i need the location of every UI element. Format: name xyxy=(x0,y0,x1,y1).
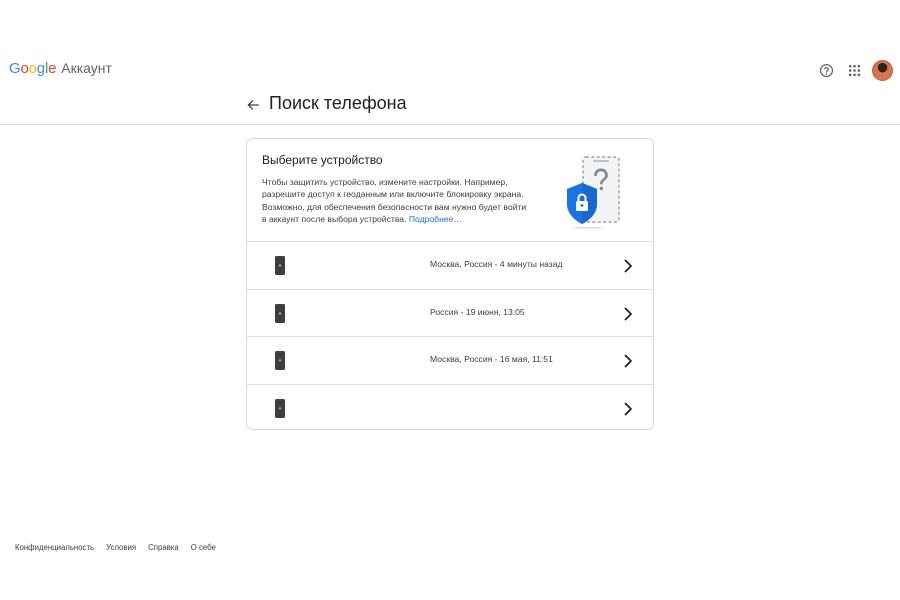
page-header: Поиск телефона xyxy=(0,88,900,125)
card-description-text: Чтобы защитить устройство, измените наст… xyxy=(262,177,527,225)
logo-letter-2: o xyxy=(20,60,29,77)
iphone-icon xyxy=(275,256,285,275)
google-wordmark: Google xyxy=(9,60,56,77)
product-name: Аккаунт xyxy=(61,60,112,76)
card-title: Выберите устройство xyxy=(262,153,383,167)
logo-letter-1: G xyxy=(9,60,21,77)
chevron-right-icon xyxy=(624,402,632,415)
iphone-icon xyxy=(275,351,285,370)
chevron-right-icon xyxy=(624,354,632,368)
top-actions xyxy=(810,58,893,82)
iphone-icon xyxy=(275,398,285,418)
device-row-3[interactable]: Москва, Россия - 16 мая, 11:51 xyxy=(247,337,653,385)
iphone-icon xyxy=(275,303,285,323)
logo-letter-4: g xyxy=(36,60,45,77)
avatar[interactable] xyxy=(872,59,893,81)
apps-grid-icon[interactable] xyxy=(842,58,866,82)
chevron-right-icon xyxy=(624,259,632,273)
card-description: Чтобы защитить устройство, измените наст… xyxy=(262,176,530,226)
footer-terms-link[interactable]: Условия xyxy=(106,543,136,552)
page: Google Аккаунт Поиск телефона Выберите у… xyxy=(0,0,900,600)
shield-lock-phone-illustration xyxy=(563,155,623,231)
footer-help-link[interactable]: Справка xyxy=(148,543,179,552)
page-title: Поиск телефона xyxy=(269,93,407,113)
google-account-logo[interactable]: Google Аккаунт xyxy=(9,60,112,77)
chevron-right-icon xyxy=(624,307,632,320)
top-bar: Google Аккаунт xyxy=(0,50,900,88)
footer-about-link[interactable]: О себе xyxy=(191,543,216,552)
arrow-back-icon[interactable] xyxy=(243,95,263,115)
device-row-4[interactable] xyxy=(247,385,653,430)
device-card: Выберите устройство Чтобы защитить устро… xyxy=(246,138,654,430)
device-location: Россия - 19 июня, 13:05 xyxy=(430,306,525,317)
device-location: Москва, Россия - 16 мая, 11:51 xyxy=(430,354,553,364)
card-intro: Выберите устройство Чтобы защитить устро… xyxy=(247,139,653,242)
footer-privacy-link[interactable]: Конфиденциальность xyxy=(15,543,94,552)
device-location: Москва, Россия - 4 минуты назад xyxy=(430,259,563,269)
footer: Конфиденциальность Условия Справка О себ… xyxy=(15,543,228,552)
logo-letter-6: e xyxy=(48,60,57,77)
device-row-1[interactable]: Москва, Россия - 4 минуты назад xyxy=(247,242,653,290)
help-icon[interactable] xyxy=(814,58,838,82)
device-row-2[interactable]: Россия - 19 июня, 13:05 xyxy=(247,290,653,337)
learn-more-link[interactable]: Подробнее… xyxy=(409,214,462,224)
logo-letter-3: o xyxy=(28,60,37,77)
